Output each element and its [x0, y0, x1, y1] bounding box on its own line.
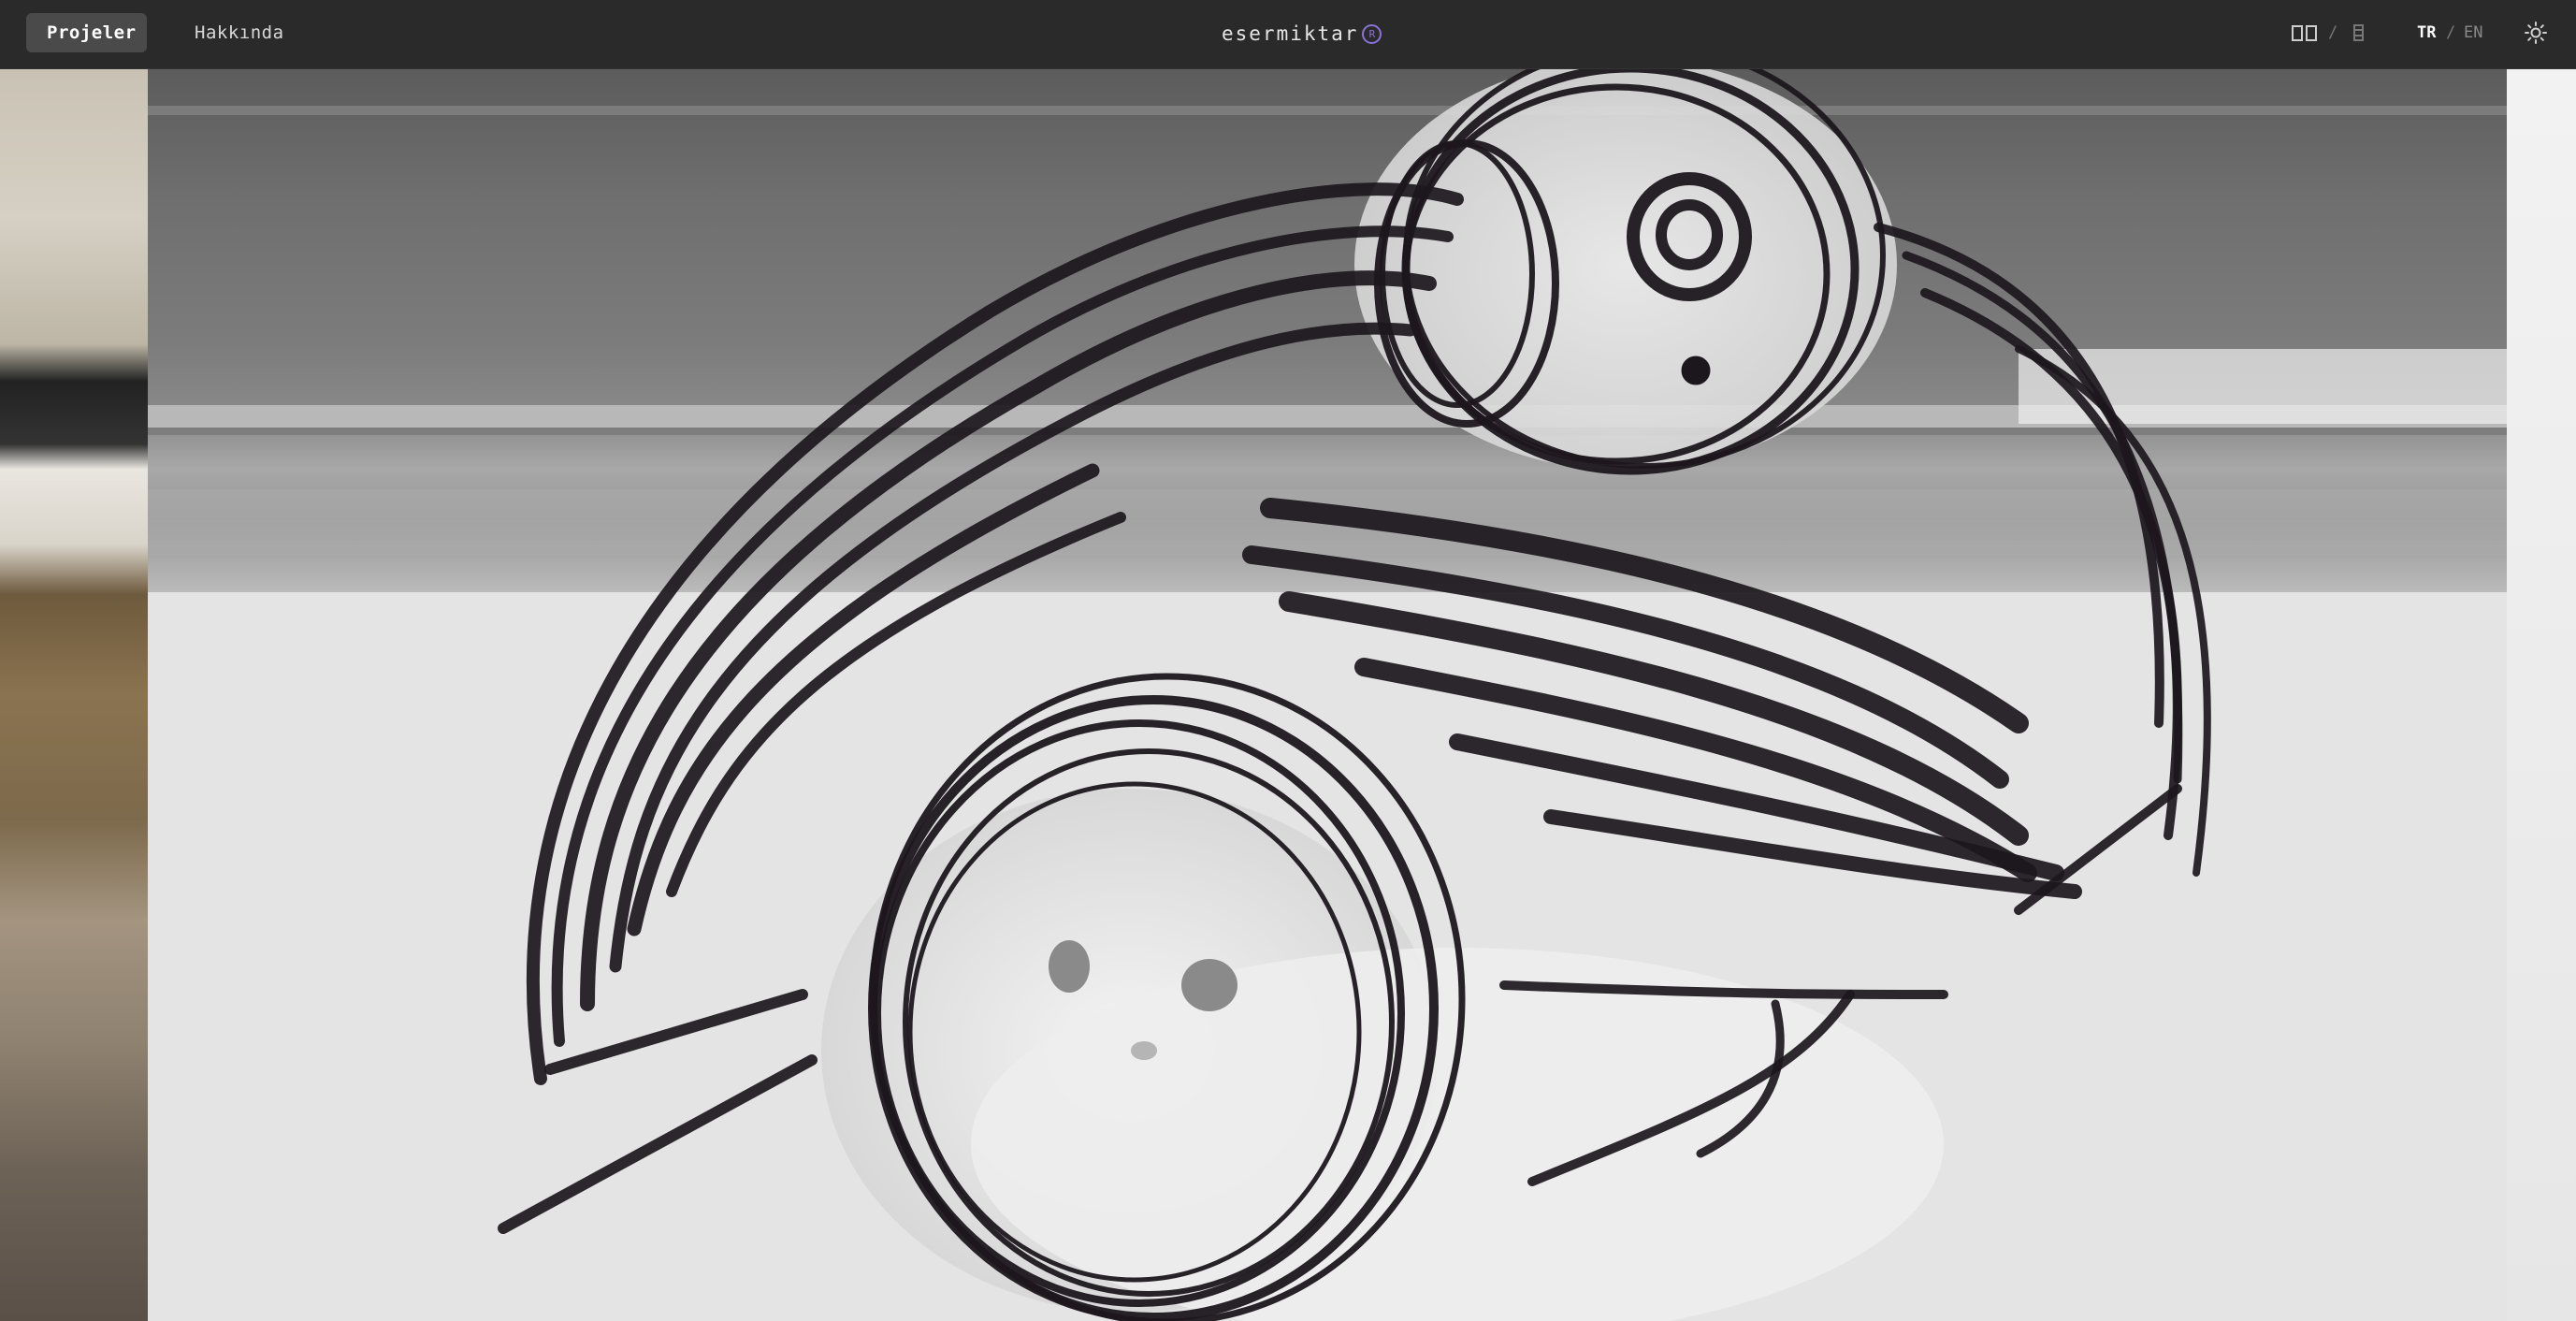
registered-mark-icon: R [1362, 23, 1382, 44]
left-neighbor-photo[interactable] [0, 68, 148, 1321]
list-view-icon[interactable] [2353, 21, 2364, 45]
view-toggle-separator: / [2328, 23, 2338, 42]
nav-about-link[interactable]: Hakkında [174, 13, 305, 52]
language-en-button[interactable]: EN [2464, 21, 2482, 45]
top-navigation-bar: Projeler Hakkında esermiktar R / TR / EN [0, 0, 2576, 69]
site-logo[interactable]: esermiktar R [1222, 18, 1382, 50]
gallery-stage [0, 68, 2576, 1321]
site-name: esermiktar [1222, 22, 1359, 45]
grid-view-icon[interactable] [2292, 21, 2320, 45]
language-tr-button[interactable]: TR [2417, 21, 2436, 45]
right-neighbor-photo[interactable] [2507, 68, 2576, 1321]
nav-projects-button[interactable]: Projeler [26, 13, 147, 52]
current-photo[interactable] [148, 68, 2507, 1321]
language-separator: / [2446, 23, 2456, 42]
sun-icon[interactable] [2524, 21, 2548, 45]
marker-drawing-illustration [148, 68, 2507, 1321]
page: Projeler Hakkında esermiktar R / TR / EN [0, 0, 2576, 1321]
